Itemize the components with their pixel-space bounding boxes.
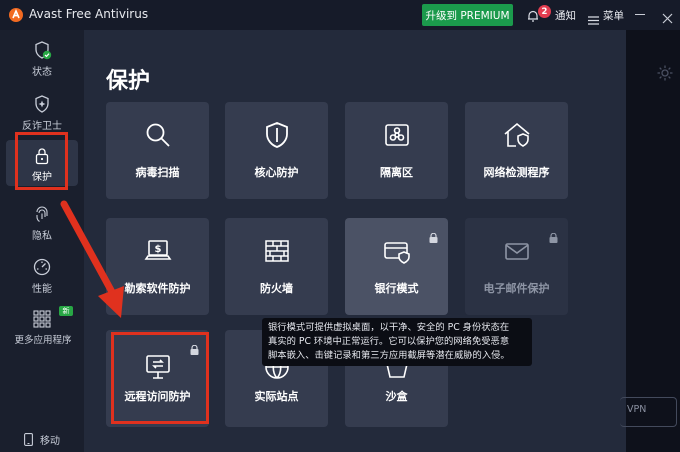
annotation-arrow [60,200,124,318]
